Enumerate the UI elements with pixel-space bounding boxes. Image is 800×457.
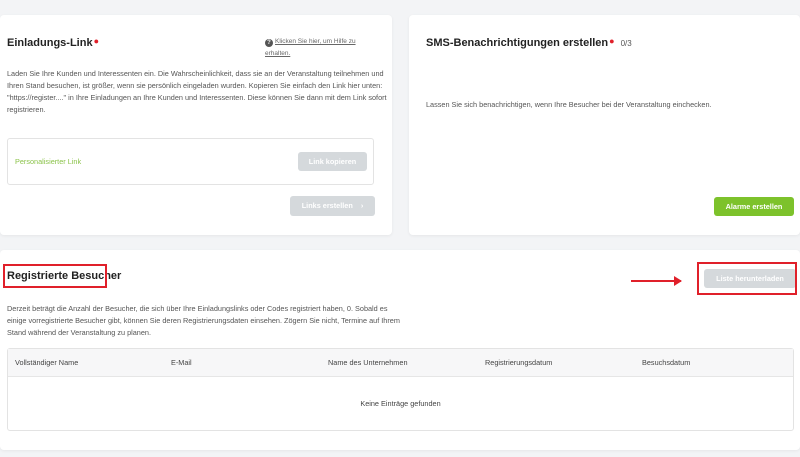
- required-marker-icon: ●: [609, 36, 615, 46]
- sms-description: Lassen Sie sich benachrichtigen, wenn Ih…: [426, 100, 712, 109]
- chevron-right-icon: ›: [360, 201, 364, 210]
- annotation-arrow-icon: [631, 276, 682, 286]
- copy-link-button[interactable]: Link kopieren: [298, 152, 367, 171]
- create-alarms-button[interactable]: Alarme erstellen: [714, 197, 794, 216]
- column-header-email[interactable]: E-Mail: [171, 358, 192, 367]
- column-header-visit-date[interactable]: Besuchsdatum: [642, 358, 690, 367]
- invitation-link-title: Einladungs-Link●: [7, 36, 99, 49]
- required-marker-icon: ●: [93, 36, 99, 46]
- column-header-company[interactable]: Name des Unternehmen: [328, 358, 408, 367]
- create-links-button-label: Links erstellen: [301, 201, 353, 210]
- empty-table-message: Keine Einträge gefunden: [360, 399, 441, 408]
- registered-visitors-description: Derzeit beträgt die Anzahl der Besucher,…: [7, 304, 400, 337]
- sms-title-text: SMS-Benachrichtigungen erstellen: [426, 37, 609, 49]
- download-highlight-box: [697, 262, 797, 295]
- personal-link-box: Personalisierter Link Link kopieren: [7, 138, 374, 185]
- title-highlight-box: [3, 264, 107, 288]
- sms-count: 0/3: [620, 39, 632, 48]
- create-alarms-button-label: Alarme erstellen: [725, 202, 783, 211]
- create-links-button[interactable]: Links erstellen ›: [290, 196, 375, 216]
- invitation-description: Laden Sie Ihre Kunden und Interessenten …: [7, 69, 387, 114]
- help-link[interactable]: ? Klicken Sie hier, um Hilfe zu erhalten.: [265, 36, 375, 60]
- help-icon: ?: [265, 39, 273, 47]
- invitation-link-card: Einladungs-Link● ? Klicken Sie hier, um H…: [0, 15, 392, 235]
- sms-title: SMS-Benachrichtigungen erstellen● 0/3: [426, 36, 632, 49]
- copy-link-button-label: Link kopieren: [308, 157, 357, 166]
- column-header-registration-date[interactable]: Registrierungsdatum: [485, 358, 552, 367]
- table-header: Vollständiger Name E-Mail Name des Unter…: [8, 349, 793, 377]
- personal-link-label: Personalisierter Link: [15, 157, 82, 166]
- column-header-full-name[interactable]: Vollständiger Name: [15, 358, 78, 367]
- help-link-text[interactable]: Klicken Sie hier, um Hilfe zu erhalten.: [265, 38, 356, 57]
- invitation-link-title-text: Einladungs-Link: [7, 37, 93, 49]
- sms-notifications-card: SMS-Benachrichtigungen erstellen● 0/3 Las…: [409, 15, 800, 235]
- visitors-table: Vollständiger Name E-Mail Name des Unter…: [7, 348, 794, 431]
